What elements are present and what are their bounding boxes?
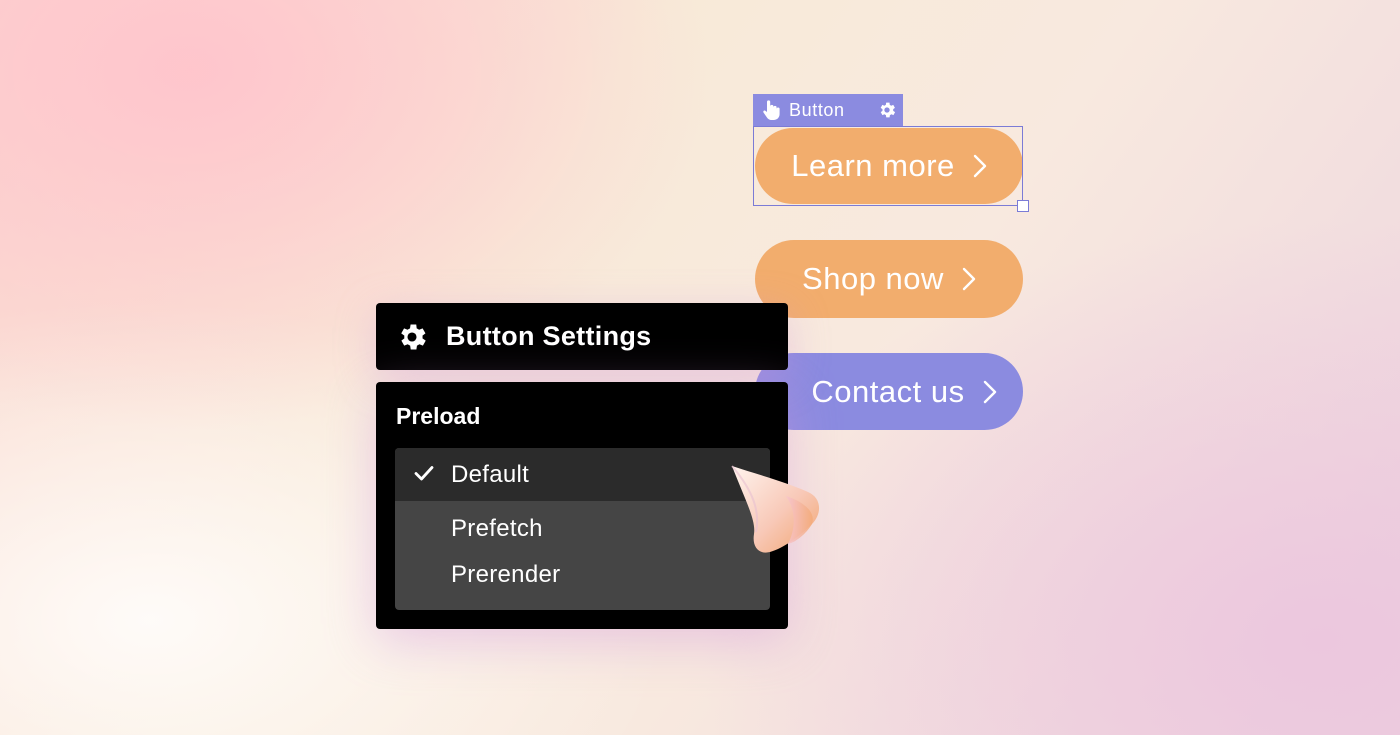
button-settings-header: Button Settings — [376, 303, 788, 370]
chevron-right-icon — [962, 267, 976, 291]
hand-pointer-icon — [763, 100, 780, 120]
resize-handle[interactable] — [1017, 200, 1029, 212]
preload-dropdown[interactable]: Default Prefetch Prerender — [395, 448, 770, 610]
selection-tag-label: Button — [789, 99, 845, 120]
contact-us-button[interactable]: Contact us — [755, 353, 1023, 430]
shop-now-label: Shop now — [802, 261, 944, 296]
option-prefetch[interactable]: Prefetch — [395, 504, 770, 554]
option-label: Prefetch — [451, 515, 543, 542]
learn-more-button[interactable]: Learn more — [755, 128, 1023, 204]
option-label: Default — [451, 460, 530, 488]
option-label: Prerender — [451, 561, 561, 588]
gear-icon — [401, 324, 426, 349]
chevron-right-icon — [973, 154, 986, 178]
panel-title: Button Settings — [446, 321, 652, 351]
chevron-right-icon — [983, 380, 996, 403]
selection-tag[interactable]: Button — [753, 94, 903, 126]
learn-more-label: Learn more — [791, 148, 955, 183]
option-default[interactable]: Default — [395, 448, 770, 501]
pointer-cursor-icon — [731, 465, 820, 553]
preload-label: Preload — [396, 403, 481, 429]
checkmark-icon — [414, 466, 434, 481]
contact-us-label: Contact us — [811, 373, 965, 409]
option-prerender[interactable]: Prerender — [395, 550, 770, 600]
shop-now-button[interactable]: Shop now — [755, 240, 1023, 318]
gear-icon[interactable] — [877, 100, 897, 120]
